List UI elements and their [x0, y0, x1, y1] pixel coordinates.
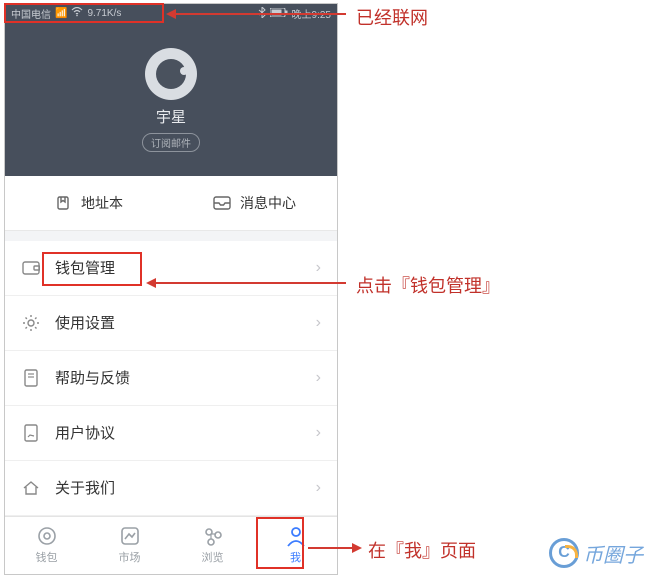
subscribe-button[interactable]: 订阅邮件: [142, 133, 200, 152]
address-book-label: 地址本: [81, 193, 123, 213]
watermark: C 币圈子: [549, 538, 643, 568]
nav-market[interactable]: 市场: [88, 517, 171, 574]
wallet-icon: [21, 260, 41, 275]
annotation-me-page: 在『我』页面: [368, 537, 476, 563]
chevron-right-icon: ›: [316, 479, 321, 497]
arrow-line: [156, 282, 346, 284]
nav-browse[interactable]: 浏览: [171, 517, 254, 574]
bookmark-icon: [53, 195, 73, 211]
nav-label: 市场: [119, 549, 141, 565]
row-help[interactable]: 帮助与反馈 ›: [5, 351, 337, 406]
inbox-icon: [212, 196, 232, 210]
arrow-line: [308, 547, 354, 549]
profile-header: 宇星 订阅邮件: [5, 23, 337, 176]
chevron-right-icon: ›: [316, 314, 321, 332]
message-center-label: 消息中心: [240, 193, 296, 213]
phone-frame: 中国电信 📶 9.71K/s 晚上9:25 宇星 订阅邮件: [4, 3, 338, 575]
annotation-networked: 已经联网: [356, 4, 428, 30]
nav-label: 浏览: [202, 549, 224, 565]
avatar[interactable]: [145, 48, 197, 100]
row-about[interactable]: 关于我们 ›: [5, 461, 337, 516]
quick-actions: 地址本 消息中心: [5, 176, 337, 231]
section-divider: [5, 231, 337, 241]
arrow-line: [176, 13, 346, 15]
help-icon: [21, 369, 41, 387]
watermark-icon: C: [549, 538, 579, 568]
gear-icon: [21, 314, 41, 332]
highlight-me-tab: [256, 517, 304, 569]
chevron-right-icon: ›: [316, 259, 321, 277]
wallet-nav-icon: [36, 525, 58, 547]
nav-label: 钱包: [36, 549, 58, 565]
address-book-button[interactable]: 地址本: [5, 176, 171, 230]
watermark-text: 币圈子: [583, 539, 643, 568]
browse-nav-icon: [202, 525, 224, 547]
chevron-right-icon: ›: [316, 369, 321, 387]
message-center-button[interactable]: 消息中心: [171, 176, 337, 230]
row-label: 帮助与反馈: [55, 367, 302, 388]
highlight-statusbar: [4, 3, 164, 23]
nav-wallet[interactable]: 钱包: [5, 517, 88, 574]
arrow-head: [352, 543, 362, 553]
row-label: 用户协议: [55, 422, 302, 443]
row-label: 关于我们: [55, 477, 302, 498]
arrow-head: [146, 278, 156, 288]
annotation-click-wallet: 点击『钱包管理』: [356, 272, 500, 298]
home-icon: [21, 480, 41, 496]
arrow-head: [166, 9, 176, 19]
row-agreement[interactable]: 用户协议 ›: [5, 406, 337, 461]
document-icon: [21, 424, 41, 442]
row-label: 使用设置: [55, 312, 302, 333]
highlight-wallet-row: [42, 252, 142, 286]
market-nav-icon: [119, 525, 141, 547]
chevron-right-icon: ›: [316, 424, 321, 442]
row-settings[interactable]: 使用设置 ›: [5, 296, 337, 351]
username: 宇星: [156, 106, 186, 127]
